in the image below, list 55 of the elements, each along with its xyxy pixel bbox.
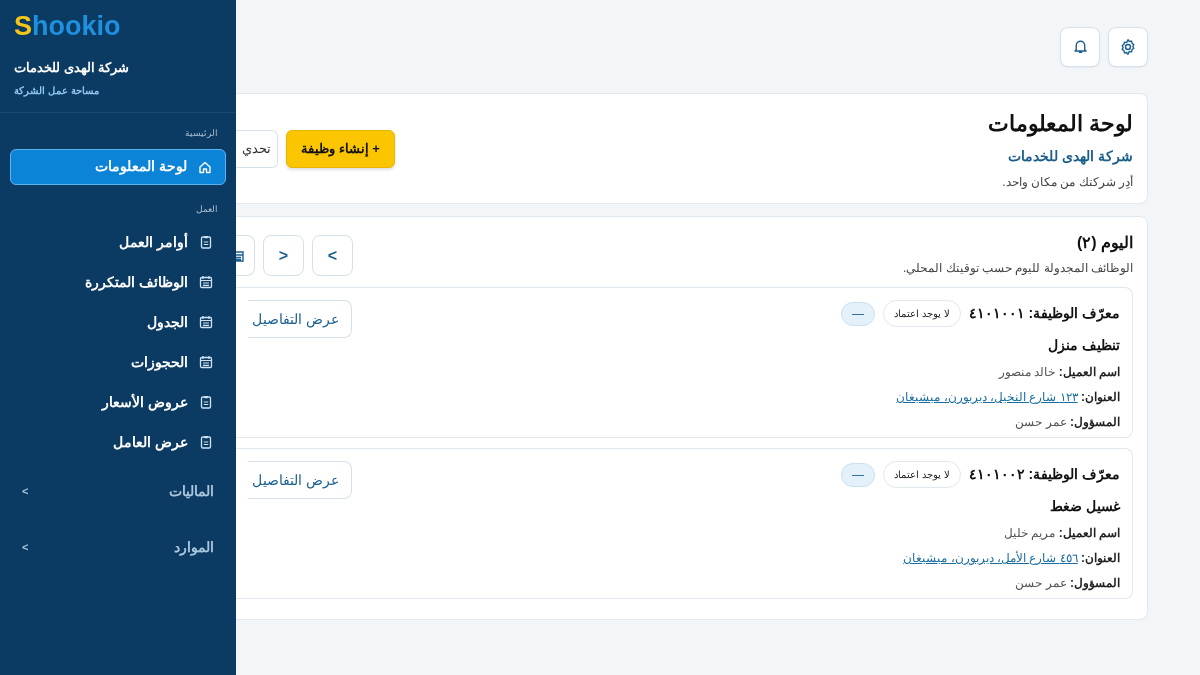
service-name: غسيل ضغط [1049, 497, 1120, 516]
calendar-icon [198, 314, 214, 331]
bell-icon [1071, 38, 1089, 55]
create-job-button[interactable]: + إنشاء وظيفة [286, 129, 395, 168]
section-label: الرئيسية [184, 127, 219, 141]
calendar-icon [198, 354, 214, 371]
sidebar-item[interactable]: الحجوزات [10, 344, 226, 381]
approval-badge: لا يوجد اعتماد [883, 461, 961, 488]
status-badge: — [841, 301, 875, 326]
client-name: اسم العميل: خالد منصور [997, 364, 1120, 381]
sidebar-group[interactable]: الموارد < [0, 522, 236, 573]
sidebar-item[interactable]: أوامر العمل [10, 224, 226, 261]
approval-badge: لا يوجد اعتماد [883, 300, 961, 327]
section-subtitle: الوظائف المجدولة لليوم حسب توقيتك المحلي. [903, 260, 1133, 277]
calendar-button[interactable] [236, 235, 255, 276]
clipboard-icon [198, 234, 214, 251]
sidebar-item[interactable]: لوحة المعلومات [10, 148, 226, 185]
client-name: اسم العميل: مريم خليل [1002, 525, 1120, 542]
sidebar-item[interactable]: الوظائف المتكررة [10, 264, 226, 301]
caret-icon: < [22, 538, 29, 556]
sidebar-item[interactable]: الجدول [10, 304, 226, 341]
clipboard-icon [198, 394, 214, 411]
refresh-button[interactable]: تحدي [236, 129, 278, 168]
page-title: لوحة المعلومات [987, 109, 1133, 139]
workspace-label: مساحة عمل الشركة [14, 84, 99, 99]
job-id: معرّف الوظيفة: ٤١٠١٠٠٢ [968, 465, 1120, 485]
tagline: أدِر شركتك من مكان واحد. [1001, 173, 1133, 191]
nav-button[interactable]: < [263, 235, 304, 276]
settings-button[interactable] [1108, 26, 1148, 67]
job-id: معرّف الوظيفة: ٤١٠١٠٠١ [968, 304, 1120, 324]
caret-icon: < [22, 482, 29, 500]
company-name: شركة الهدى للخدمات [1007, 146, 1133, 167]
field-label: العنوان: [1081, 390, 1120, 404]
view-details-button[interactable]: عرض التفاصيل [248, 300, 352, 338]
settings-icon [1119, 37, 1137, 56]
field-label: العنوان: [1081, 551, 1120, 565]
sidebar-item[interactable]: عروض الأسعار [10, 384, 226, 421]
nav-button[interactable]: > [312, 235, 353, 276]
assignee: المسؤول: عمر حسن [1014, 414, 1120, 431]
company-name: شركة الهدى للخدمات [14, 58, 130, 78]
assignee: المسؤول: عمر حسن [1014, 575, 1120, 592]
notifications-button[interactable] [1060, 26, 1100, 67]
sidebar-item[interactable]: عرض العامل [10, 424, 226, 461]
sidebar-group[interactable]: الماليات < [0, 466, 236, 517]
section-title: اليوم (٢) [1075, 233, 1133, 255]
calendar-icon [198, 274, 214, 291]
address-link[interactable]: ٤٥٦ شارع الأمل، ديربورن، ميشيغان [903, 551, 1078, 565]
section-label: العمل [195, 202, 219, 216]
view-details-button[interactable]: عرض التفاصيل [248, 461, 352, 499]
service-name: تنظيف منزل [1047, 336, 1120, 356]
address-link[interactable]: ١٢٣ شارع النخيل، ديربورن، ميشيغان [896, 390, 1078, 404]
logo: Shookio [14, 12, 122, 42]
clipboard-icon [198, 434, 214, 451]
status-badge: — [841, 462, 875, 487]
calendar-icon [236, 248, 246, 263]
